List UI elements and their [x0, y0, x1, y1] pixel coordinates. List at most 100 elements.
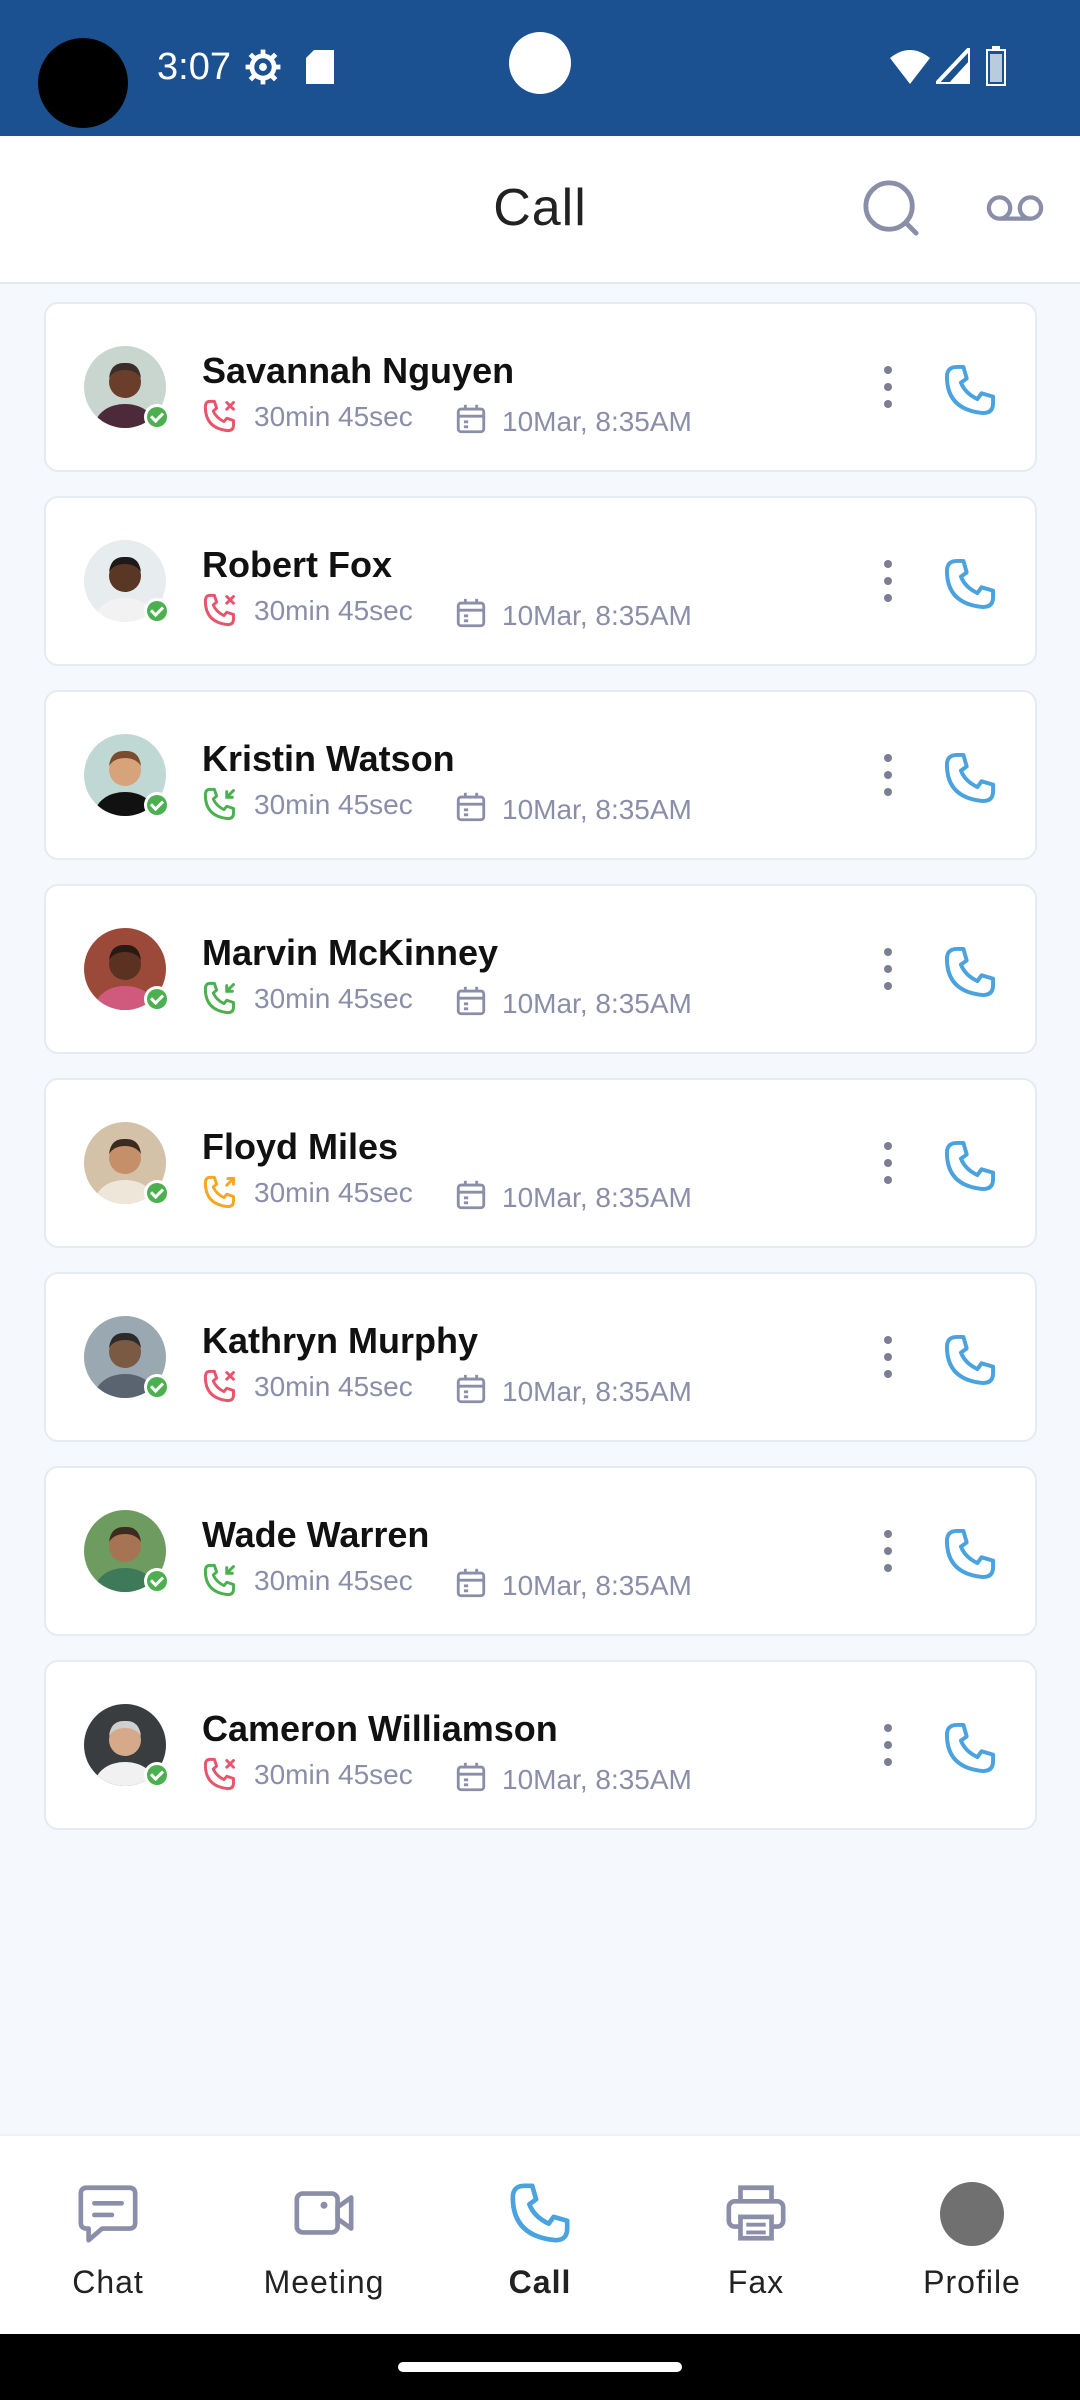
call-meta: 30min 45sec 10Mar, 8:35AM — [202, 980, 762, 1020]
nav-item-fax[interactable]: Fax — [648, 2136, 864, 2336]
contact-avatar[interactable] — [84, 1316, 170, 1400]
nav-label-chat: Chat — [72, 2264, 144, 2300]
more-options-icon[interactable] — [876, 362, 900, 412]
call-card[interactable]: Floyd Miles 30min 45sec 10Mar, 8:35AM — [44, 1078, 1037, 1248]
calendar-icon — [456, 986, 486, 1016]
nav-item-profile[interactable]: Profile — [864, 2136, 1080, 2336]
contact-avatar[interactable] — [84, 540, 170, 624]
missed-call-icon — [203, 1369, 235, 1403]
phone-icon[interactable] — [942, 1138, 998, 1194]
phone-icon[interactable] — [942, 944, 998, 1000]
front-camera — [38, 38, 128, 128]
incoming-call-icon — [203, 981, 235, 1015]
call-card[interactable]: Wade Warren 30min 45sec 10Mar, 8:35AM — [44, 1466, 1037, 1636]
call-card[interactable]: Savannah Nguyen 30min 45sec 10Mar, 8:35AM — [44, 302, 1037, 472]
call-meta: 30min 45sec 10Mar, 8:35AM — [202, 398, 762, 438]
contact-name: Kristin Watson — [202, 738, 455, 779]
phone-icon[interactable] — [942, 1526, 998, 1582]
online-status-icon — [144, 1374, 170, 1400]
call-card[interactable]: Kathryn Murphy 30min 45sec 10Mar, 8:35AM — [44, 1272, 1037, 1442]
more-options-icon[interactable] — [876, 1332, 900, 1382]
missed-call-icon — [203, 593, 235, 627]
phone-icon[interactable] — [942, 1720, 998, 1776]
call-datetime: 10Mar, 8:35AM — [502, 1764, 692, 1795]
contact-name: Floyd Miles — [202, 1126, 399, 1167]
call-card[interactable]: Cameron Williamson 30min 45sec 10Mar, 8:35… — [44, 1660, 1037, 1830]
contact-avatar[interactable] — [84, 1704, 170, 1788]
call-duration: 30min 45sec — [254, 1565, 413, 1596]
contact-name: Cameron Williamson — [202, 1708, 558, 1749]
contact-name: Marvin McKinney — [202, 932, 499, 973]
more-options-icon[interactable] — [876, 1720, 900, 1770]
more-options-icon[interactable] — [876, 1138, 900, 1188]
more-options-icon[interactable] — [876, 750, 900, 800]
contact-name: Robert Fox — [202, 544, 393, 585]
more-options-icon[interactable] — [876, 944, 900, 994]
gesture-bar — [0, 2334, 1080, 2400]
call-duration: 30min 45sec — [254, 789, 413, 820]
search-icon[interactable] — [862, 179, 920, 237]
nav-label-call: Call — [508, 2264, 572, 2300]
wifi-icon — [890, 50, 930, 84]
gear-icon — [245, 49, 281, 85]
calendar-icon — [456, 792, 486, 822]
call-datetime: 10Mar, 8:35AM — [502, 406, 692, 437]
missed-call-icon — [203, 1757, 235, 1791]
more-options-icon[interactable] — [876, 556, 900, 606]
nav-item-chat[interactable]: Chat — [0, 2136, 216, 2336]
phone-icon[interactable] — [942, 556, 998, 612]
online-status-icon — [144, 598, 170, 624]
nav-label-profile: Profile — [923, 2264, 1021, 2300]
printer-icon — [726, 2185, 786, 2241]
call-duration: 30min 45sec — [254, 401, 413, 432]
contact-avatar[interactable] — [84, 734, 170, 818]
nav-item-meeting[interactable]: Meeting — [216, 2136, 432, 2336]
calendar-icon — [456, 598, 486, 628]
status-time: 3:07 — [157, 46, 231, 88]
battery-icon — [986, 46, 1006, 86]
voicemail-icon[interactable] — [986, 190, 1044, 226]
call-datetime: 10Mar, 8:35AM — [502, 1376, 692, 1407]
call-duration: 30min 45sec — [254, 1177, 413, 1208]
contact-avatar[interactable] — [84, 928, 170, 1012]
call-duration: 30min 45sec — [254, 1371, 413, 1402]
avatar — [940, 2182, 1004, 2246]
signal-icon — [936, 48, 970, 84]
online-status-icon — [144, 404, 170, 430]
incoming-call-icon — [203, 787, 235, 821]
call-meta: 30min 45sec 10Mar, 8:35AM — [202, 592, 762, 632]
video-camera-icon — [294, 2191, 354, 2235]
calendar-icon — [456, 1762, 486, 1792]
online-status-icon — [144, 1568, 170, 1594]
home-indicator[interactable] — [398, 2362, 682, 2372]
chat-icon — [78, 2185, 138, 2243]
calendar-icon — [456, 1374, 486, 1404]
online-status-icon — [144, 986, 170, 1012]
calendar-icon — [456, 1568, 486, 1598]
contact-avatar[interactable] — [84, 346, 170, 430]
call-card[interactable]: Robert Fox 30min 45sec 10Mar, 8:35AM — [44, 496, 1037, 666]
calendar-icon — [456, 1180, 486, 1210]
call-list: Savannah Nguyen 30min 45sec 10Mar, 8:35AM R… — [44, 302, 1037, 1854]
call-datetime: 10Mar, 8:35AM — [502, 794, 692, 825]
notch-indicator — [509, 32, 571, 94]
nav-label-meeting: Meeting — [263, 2264, 385, 2300]
contact-avatar[interactable] — [84, 1510, 170, 1594]
contact-avatar[interactable] — [84, 1122, 170, 1206]
more-options-icon[interactable] — [876, 1526, 900, 1576]
call-card[interactable]: Kristin Watson 30min 45sec 10Mar, 8:35AM — [44, 690, 1037, 860]
call-datetime: 10Mar, 8:35AM — [502, 988, 692, 1019]
contact-name: Wade Warren — [202, 1514, 430, 1555]
call-meta: 30min 45sec 10Mar, 8:35AM — [202, 1368, 762, 1408]
phone-icon[interactable] — [942, 1332, 998, 1388]
status-bar: 3:07 — [0, 0, 1080, 136]
call-card[interactable]: Marvin McKinney 30min 45sec 10Mar, 8:35AM — [44, 884, 1037, 1054]
phone-icon[interactable] — [942, 750, 998, 806]
phone-icon[interactable] — [942, 362, 998, 418]
contact-name: Savannah Nguyen — [202, 350, 515, 391]
app-header: Call — [0, 136, 1080, 284]
call-datetime: 10Mar, 8:35AM — [502, 600, 692, 631]
call-meta: 30min 45sec 10Mar, 8:35AM — [202, 1562, 762, 1602]
calendar-icon — [456, 404, 486, 434]
nav-item-call[interactable]: Call — [432, 2136, 648, 2336]
